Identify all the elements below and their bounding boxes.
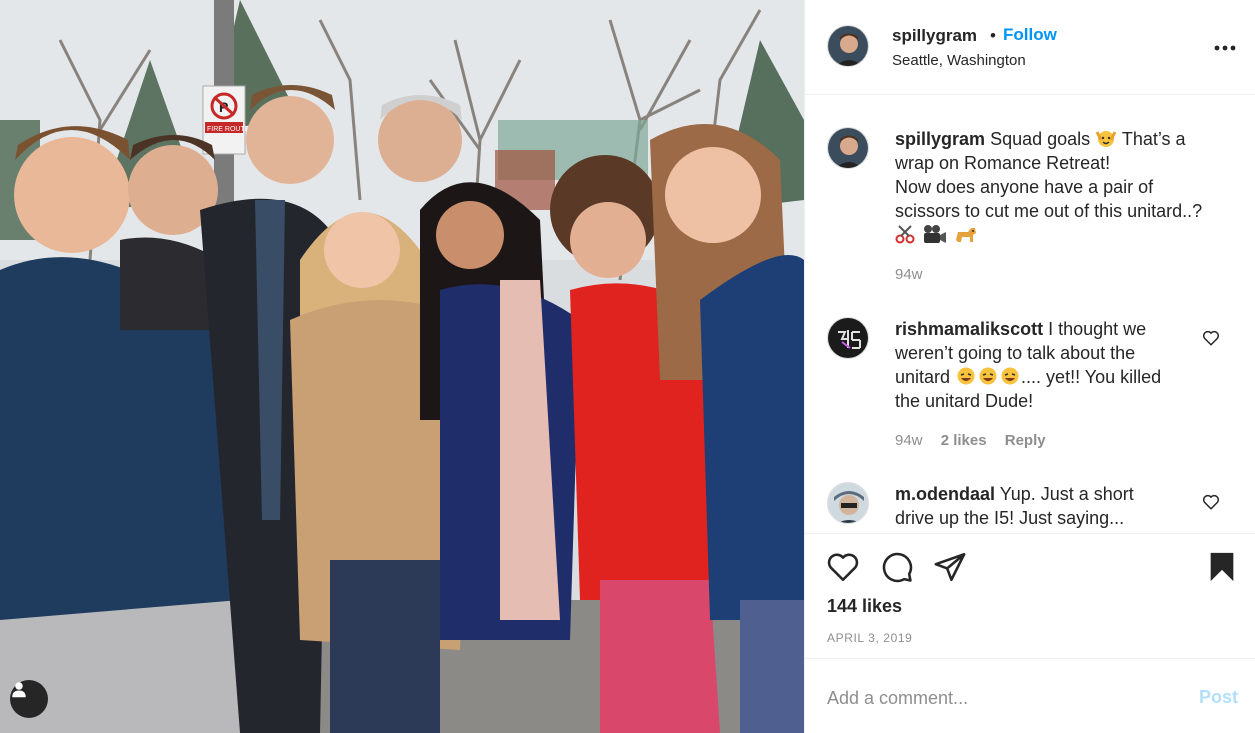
paper-plane-icon[interactable] <box>933 550 967 584</box>
heart-icon[interactable] <box>1202 493 1220 511</box>
user-tag-icon <box>12 682 26 698</box>
avatar[interactable] <box>827 317 869 359</box>
separator-dot: • <box>990 26 996 45</box>
bookmark-icon[interactable] <box>1205 550 1239 584</box>
caption-text: spillygram Squad goals That’s a wrap on … <box>895 127 1205 247</box>
likes-count[interactable]: 144 likes <box>827 596 902 617</box>
svg-text:FIRE ROUTE: FIRE ROUTE <box>207 126 250 133</box>
heart-icon[interactable] <box>826 550 860 584</box>
post-author-username[interactable]: spillygram <box>892 26 977 46</box>
comment-line-a: Yup. Just a short <box>995 484 1134 504</box>
comment-age[interactable]: 94w <box>895 432 923 449</box>
comment-line-d: .... yet!! You killed <box>1021 367 1162 387</box>
comment-line-e: the unitard Dude! <box>895 391 1034 411</box>
comment-input[interactable] <box>827 685 1167 711</box>
comments-list[interactable]: spillygram Squad goals That’s a wrap on … <box>805 96 1255 533</box>
comment-meta: 94w 2 likes Reply <box>895 432 1060 449</box>
raising-hands-emoji <box>1095 131 1117 147</box>
avatar[interactable] <box>827 25 869 67</box>
more-options-button[interactable] <box>1213 36 1237 60</box>
profile-photo <box>828 483 868 523</box>
profile-photo <box>828 128 868 168</box>
follow-button[interactable]: Follow <box>1003 25 1057 45</box>
avatar[interactable] <box>827 127 869 169</box>
caption-line4: scissors to cut me out of this unitard..… <box>895 201 1203 221</box>
comment-text: m.odendaal Yup. Just a short drive up th… <box>895 482 1205 530</box>
caption-age[interactable]: 94w <box>895 266 923 283</box>
post-comment-button[interactable]: Post <box>1199 687 1238 708</box>
rofl-emoji <box>1001 367 1019 385</box>
caption-line1b: That’s a <box>1117 129 1186 149</box>
comment-line-a: I thought we <box>1043 319 1147 339</box>
post-photo[interactable]: P FIRE ROUTE <box>0 0 804 733</box>
film-camera-emoji <box>924 225 947 243</box>
heart-icon[interactable] <box>1202 329 1220 347</box>
comment-text: rishmamalikscott I thought we weren’t go… <box>895 317 1205 413</box>
comment-icon[interactable] <box>880 550 914 584</box>
post-location[interactable]: Seattle, Washington <box>892 52 1026 69</box>
comment-line-b: drive up the I5! Just saying... <box>895 508 1125 528</box>
add-comment-bar: Post <box>805 658 1255 733</box>
comment-username[interactable]: m.odendaal <box>895 484 995 504</box>
rofl-emoji <box>979 367 997 385</box>
profile-photo <box>828 26 868 66</box>
more-horizontal-icon <box>1214 45 1236 51</box>
caption-username[interactable]: spillygram <box>895 129 985 149</box>
avatar[interactable] <box>827 482 869 524</box>
caption-line2: wrap on Romance Retreat! <box>895 153 1111 173</box>
post-date[interactable]: APRIL 3, 2019 <box>827 631 912 645</box>
dog-emoji <box>956 228 977 242</box>
comment-likes[interactable]: 2 likes <box>941 432 987 449</box>
post-side-panel: spillygram • Follow Seattle, Washington <box>804 0 1255 733</box>
profile-photo <box>828 318 868 358</box>
comment-username[interactable]: rishmamalikscott <box>895 319 1043 339</box>
reply-button[interactable]: Reply <box>1005 432 1046 449</box>
caption-line1: Squad goals <box>990 129 1096 149</box>
tag-people-button[interactable] <box>10 680 48 718</box>
group-photo-illustration: P FIRE ROUTE <box>0 0 804 733</box>
rofl-emoji <box>957 367 975 385</box>
caption-line3: Now does anyone have a pair of <box>895 177 1154 197</box>
post-header: spillygram • Follow Seattle, Washington <box>805 0 1255 95</box>
comment-line-c: unitard <box>895 367 956 387</box>
post-actions: 144 likes APRIL 3, 2019 <box>805 533 1255 658</box>
comment-line-b: weren’t going to talk about the <box>895 343 1136 363</box>
scissors-emoji <box>895 225 915 244</box>
